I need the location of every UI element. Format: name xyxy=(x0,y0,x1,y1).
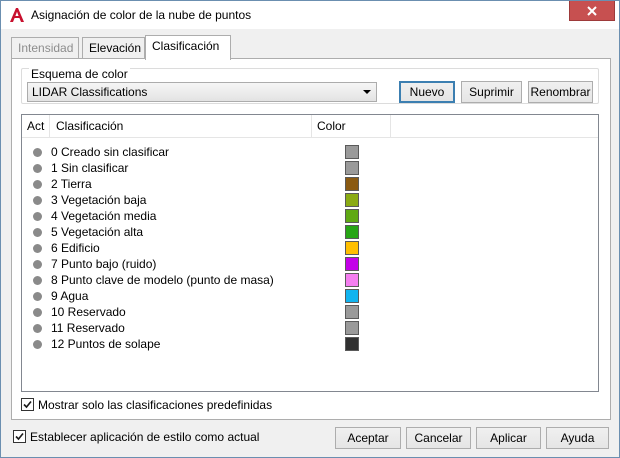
table-row[interactable]: 3 Vegetación baja xyxy=(22,192,598,208)
classification-label: 2 Tierra xyxy=(51,177,92,191)
table-row[interactable]: 5 Vegetación alta xyxy=(22,224,598,240)
active-bulb-icon[interactable] xyxy=(33,164,42,173)
autocad-app-icon xyxy=(10,8,24,22)
table-row[interactable]: 0 Creado sin clasificar xyxy=(22,144,598,160)
header-active[interactable]: Act xyxy=(22,115,50,137)
show-predefined-label: Mostrar solo las clasificaciones predefi… xyxy=(38,398,273,412)
classification-label: 11 Reservado xyxy=(51,321,125,335)
color-scheme-value: LIDAR Classifications xyxy=(32,85,148,99)
classification-label: 5 Vegetación alta xyxy=(51,225,144,239)
classification-label: 4 Vegetación media xyxy=(51,209,157,223)
table-row[interactable]: 2 Tierra xyxy=(22,176,598,192)
color-swatch[interactable] xyxy=(345,161,359,175)
window-title: Asignación de color de la nube de puntos xyxy=(31,8,252,22)
table-row[interactable]: 8 Punto clave de modelo (punto de masa) xyxy=(22,272,598,288)
color-swatch[interactable] xyxy=(345,273,359,287)
classification-list[interactable]: Act Clasificación Color 0 Creado sin cla… xyxy=(21,114,599,392)
active-bulb-icon[interactable] xyxy=(33,276,42,285)
color-swatch[interactable] xyxy=(345,337,359,351)
active-bulb-icon[interactable] xyxy=(33,308,42,317)
color-swatch[interactable] xyxy=(345,145,359,159)
table-row[interactable]: 1 Sin clasificar xyxy=(22,160,598,176)
classification-label: 12 Puntos de solape xyxy=(51,337,161,351)
classification-label: 6 Edificio xyxy=(51,241,100,255)
color-scheme-select[interactable]: LIDAR Classifications xyxy=(27,82,377,102)
classification-label: 7 Punto bajo (ruido) xyxy=(51,257,157,271)
header-color[interactable]: Color xyxy=(312,115,391,137)
classification-label: 9 Agua xyxy=(51,289,89,303)
active-bulb-icon[interactable] xyxy=(33,244,42,253)
classification-label: 1 Sin clasificar xyxy=(51,161,129,175)
color-swatch[interactable] xyxy=(345,321,359,335)
active-bulb-icon[interactable] xyxy=(33,196,42,205)
active-bulb-icon[interactable] xyxy=(33,212,42,221)
color-swatch[interactable] xyxy=(345,209,359,223)
table-row[interactable]: 12 Puntos de solape xyxy=(22,336,598,352)
rename-button[interactable]: Renombrar xyxy=(528,81,593,103)
help-button[interactable]: Ayuda xyxy=(546,427,609,449)
delete-button[interactable]: Suprimir xyxy=(461,81,522,103)
classification-label: 0 Creado sin clasificar xyxy=(51,145,170,159)
tab-intensity[interactable]: Intensidad xyxy=(11,37,79,58)
classification-label: 3 Vegetación baja xyxy=(51,193,147,207)
color-swatch[interactable] xyxy=(345,225,359,239)
set-current-label: Establecer aplicación de estilo como act… xyxy=(30,430,260,444)
accept-button[interactable]: Aceptar xyxy=(335,427,401,449)
color-scheme-label: Esquema de color xyxy=(29,67,130,81)
tab-classification[interactable]: Clasificación xyxy=(145,35,231,60)
color-swatch[interactable] xyxy=(345,257,359,271)
active-bulb-icon[interactable] xyxy=(33,260,42,269)
new-button[interactable]: Nuevo xyxy=(399,81,455,103)
classification-label: 10 Reservado xyxy=(51,305,126,319)
title-bar: Asignación de color de la nube de puntos xyxy=(1,1,619,29)
table-row[interactable]: 6 Edificio xyxy=(22,240,598,256)
table-row[interactable]: 10 Reservado xyxy=(22,304,598,320)
checkmark-icon xyxy=(15,432,24,441)
color-swatch[interactable] xyxy=(345,193,359,207)
table-row[interactable]: 9 Agua xyxy=(22,288,598,304)
apply-button[interactable]: Aplicar xyxy=(476,427,541,449)
table-row[interactable]: 7 Punto bajo (ruido) xyxy=(22,256,598,272)
close-button[interactable] xyxy=(569,1,615,21)
classification-label: 8 Punto clave de modelo (punto de masa) xyxy=(51,273,274,287)
active-bulb-icon[interactable] xyxy=(33,340,42,349)
color-swatch[interactable] xyxy=(345,241,359,255)
cancel-button[interactable]: Cancelar xyxy=(406,427,471,449)
active-bulb-icon[interactable] xyxy=(33,324,42,333)
tab-elevation[interactable]: Elevación xyxy=(82,37,145,58)
dropdown-arrow-icon xyxy=(363,90,371,94)
active-bulb-icon[interactable] xyxy=(33,148,42,157)
active-bulb-icon[interactable] xyxy=(33,228,42,237)
checkmark-icon xyxy=(23,400,32,409)
active-bulb-icon[interactable] xyxy=(33,180,42,189)
active-bulb-icon[interactable] xyxy=(33,292,42,301)
header-classification[interactable]: Clasificación xyxy=(51,115,312,137)
table-row[interactable]: 4 Vegetación media xyxy=(22,208,598,224)
show-predefined-checkbox[interactable] xyxy=(21,398,34,411)
table-row[interactable]: 11 Reservado xyxy=(22,320,598,336)
list-header: Act Clasificación Color xyxy=(22,115,598,138)
close-icon xyxy=(587,5,597,16)
color-swatch[interactable] xyxy=(345,177,359,191)
color-swatch[interactable] xyxy=(345,305,359,319)
set-current-checkbox[interactable] xyxy=(13,430,26,443)
dialog-window: Asignación de color de la nube de puntos… xyxy=(0,0,620,458)
color-swatch[interactable] xyxy=(345,289,359,303)
